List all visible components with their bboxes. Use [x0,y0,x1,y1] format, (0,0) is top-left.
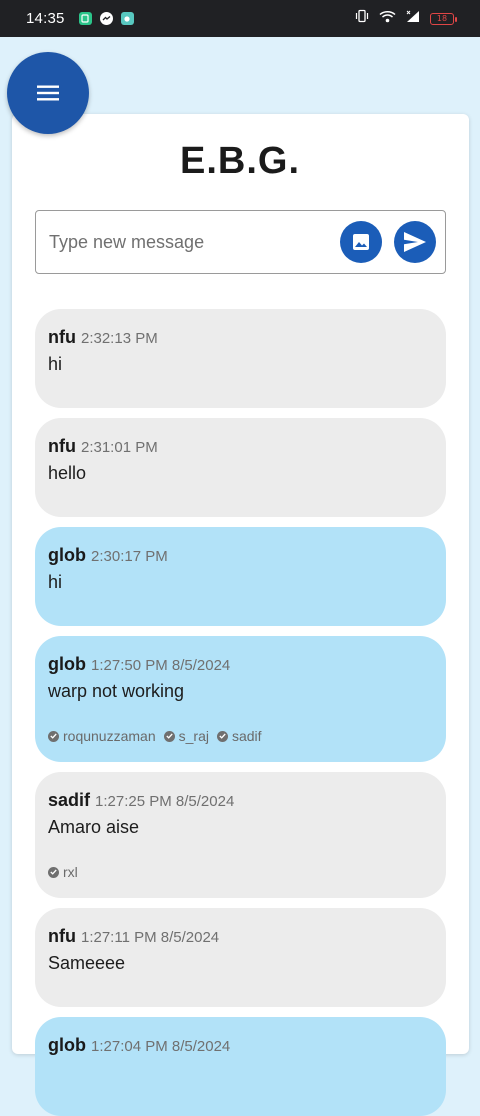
message-item[interactable]: glob 2:30:17 PM hi [35,527,446,626]
message-text: Sameeee [48,953,126,973]
check-icon [163,730,175,742]
page-title: E.B.G. [179,140,301,182]
message-author: sadif [48,790,91,810]
seen-by-list: rxl [48,864,82,880]
message-composer [35,210,446,274]
check-icon [216,730,228,742]
message-item[interactable]: glob 1:27:04 PM 8/5/2024 [35,1017,446,1116]
app-notification-icon [78,12,92,25]
message-author: nfu [48,926,76,946]
message-item[interactable]: nfu 2:32:13 PM hi [35,309,446,408]
message-time: 2:30:17 PM [91,548,168,565]
seen-by-name: roqunuzzaman [63,728,156,744]
message-time: 2:32:13 PM [80,330,158,347]
check-icon [48,866,59,878]
message-text: Amaro aise [48,817,140,837]
image-icon [353,234,369,250]
send-icon [404,232,426,252]
seen-by-name: rxl [63,864,78,880]
seen-by-name: s_raj [178,728,209,744]
message-text: hi [48,572,63,592]
message-author: nfu [48,327,76,347]
battery-icon: 18 [430,12,457,25]
seen-by-user: roqunuzzaman [48,728,156,744]
message-time: 1:27:04 PM 8/5/2024 [91,1038,231,1055]
chat-app-icon [120,12,134,25]
vibrate-icon [355,9,369,28]
message-text: warp not working [48,681,185,701]
seen-by-name: sadif [231,728,262,744]
message-time: 1:27:25 PM 8/5/2024 [95,793,235,810]
message-text: hi [48,354,63,374]
message-author: glob [48,545,86,565]
message-author: nfu [48,436,76,456]
menu-button[interactable] [7,52,89,134]
message-time: 2:31:01 PM [80,439,158,456]
send-button[interactable] [394,221,436,263]
message-item[interactable]: nfu 2:31:01 PM hello [35,418,446,517]
message-item[interactable]: nfu 1:27:11 PM 8/5/2024 Sameeee [35,908,446,1007]
menu-icon [37,85,59,101]
message-author: glob [48,654,86,674]
wifi-icon [379,10,396,28]
seen-by-list: roqunuzzaman s_raj sadif [48,728,266,744]
seen-by-user: rxl [48,864,78,880]
message-time: 1:27:50 PM 8/5/2024 [91,657,231,674]
message-input[interactable] [49,231,328,253]
message-item[interactable]: glob 1:27:50 PM 8/5/2024 warp not workin… [35,636,446,762]
signal-icon [406,10,420,28]
messenger-icon [99,12,113,25]
message-time: 1:27:11 PM 8/5/2024 [80,929,220,946]
status-bar: 14:35 18 [0,0,480,37]
status-time: 14:35 [26,10,65,27]
message-item[interactable]: sadif 1:27:25 PM 8/5/2024 Amaro aise rxl [35,772,446,898]
attach-image-button[interactable] [340,221,382,263]
message-author: glob [48,1035,86,1055]
seen-by-user: sadif [216,728,262,744]
check-icon [48,730,59,742]
battery-level: 18 [436,14,448,23]
message-text: hello [48,463,87,483]
seen-by-user: s_raj [163,728,209,744]
